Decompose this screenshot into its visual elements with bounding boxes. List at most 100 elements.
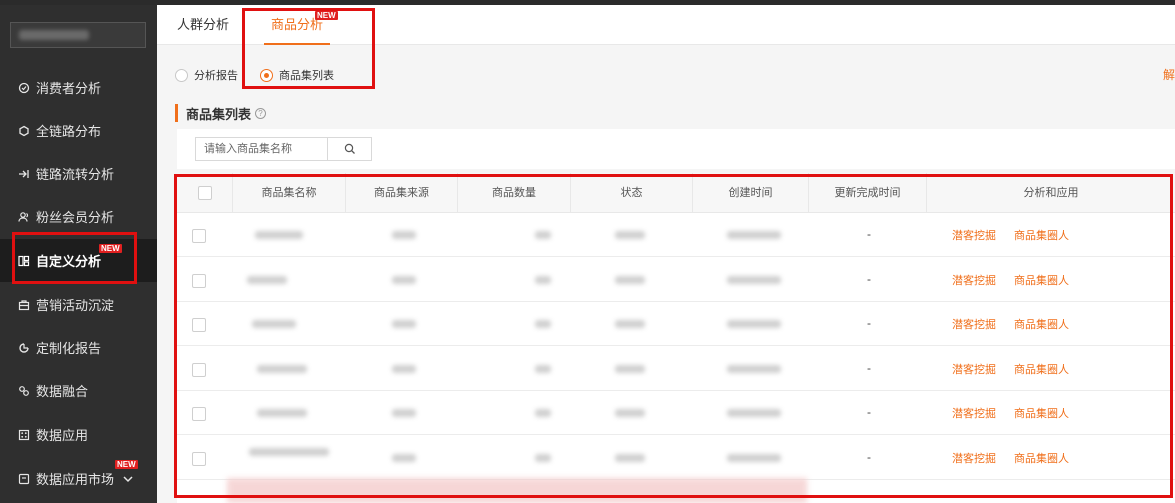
logo-box[interactable] — [10, 22, 146, 48]
sidebar-item-fans[interactable]: 粉丝会员分析 — [0, 195, 157, 238]
table-row: - 潜客挖掘 商品集圈人 — [177, 258, 1175, 302]
action-product-set-targeting[interactable]: 商品集圈人 — [1014, 272, 1069, 288]
tab-bar: 人群分析 商品分析 NEW — [157, 5, 1175, 45]
action-product-set-targeting[interactable]: 商品集圈人 — [1014, 227, 1069, 243]
updated-time: - — [867, 272, 871, 286]
sidebar-item-custom-report[interactable]: 定制化报告 — [0, 326, 157, 369]
radio-label: 商品集列表 — [279, 70, 334, 82]
table-row: - 潜客挖掘 商品集圈人 — [177, 391, 1175, 435]
users-icon — [18, 211, 30, 223]
updated-time: - — [867, 450, 871, 464]
action-product-set-targeting[interactable]: 商品集圈人 — [1014, 450, 1069, 466]
header-checkbox-cell — [177, 173, 233, 213]
action-prospect-mining[interactable]: 潜客挖掘 — [952, 405, 996, 421]
updated-time: - — [867, 405, 871, 419]
header-actions: 分析和应用 — [1023, 187, 1079, 199]
blurred-source — [392, 276, 416, 284]
dice-icon — [18, 429, 30, 441]
blurred-status — [615, 409, 645, 417]
blurred-source — [392, 320, 416, 328]
sidebar-item-full-link[interactable]: 全链路分布 — [0, 109, 157, 152]
header-name[interactable]: 商品集名称 — [233, 173, 346, 213]
header-updated[interactable]: 更新完成时间 — [809, 173, 927, 213]
search-input[interactable]: 请输入商品集名称 — [195, 137, 328, 161]
action-prospect-mining[interactable]: 潜客挖掘 — [952, 450, 996, 466]
action-prospect-mining[interactable]: 潜客挖掘 — [952, 272, 996, 288]
blurred-source — [392, 231, 416, 239]
row-checkbox[interactable] — [192, 452, 206, 466]
blurred-source — [392, 365, 416, 373]
row-checkbox[interactable] — [192, 229, 206, 243]
sidebar-item-label: 自定义分析 — [36, 254, 102, 269]
blurred-name — [257, 365, 307, 373]
blurred-source — [392, 454, 416, 462]
section-title-text: 商品集列表 — [186, 106, 252, 122]
product-set-table: 商品集名称 商品集来源 商品数量 状态 创建时间 更新完成时间 分析和应用 - … — [177, 173, 1175, 503]
radio-analysis-report[interactable]: 分析报告 — [175, 67, 238, 83]
main-content: 人群分析 商品分析 NEW 分析报告 商品集列表 解 商品集列表 ? 请输入商品… — [157, 5, 1175, 503]
blurred-name — [255, 231, 303, 239]
merge-icon — [18, 385, 30, 397]
action-product-set-targeting[interactable]: 商品集圈人 — [1014, 405, 1069, 421]
view-radio-group: 分析报告 商品集列表 — [175, 65, 356, 85]
action-prospect-mining[interactable]: 潜客挖掘 — [952, 361, 996, 377]
briefcase-icon — [18, 299, 30, 311]
radio-circle-icon — [175, 68, 188, 82]
blurred-count — [535, 320, 551, 328]
table-header: 商品集名称 商品集来源 商品数量 状态 创建时间 更新完成时间 分析和应用 — [177, 173, 1175, 213]
tab-crowd-analysis[interactable]: 人群分析 — [177, 5, 229, 45]
right-link[interactable]: 解 — [1163, 66, 1175, 83]
sidebar-item-marketing[interactable]: 营销活动沉淀 — [0, 283, 157, 326]
blurred-count — [535, 365, 551, 373]
row-checkbox[interactable] — [192, 363, 206, 377]
action-prospect-mining[interactable]: 潜客挖掘 — [952, 227, 996, 243]
sidebar-item-custom-analysis[interactable]: 自定义分析 NEW — [0, 239, 157, 282]
blurred-created — [727, 409, 781, 417]
header-created[interactable]: 创建时间 — [693, 173, 809, 213]
row-checkbox[interactable] — [192, 274, 206, 288]
updated-time: - — [867, 361, 871, 375]
search-icon — [344, 143, 355, 154]
select-all-checkbox[interactable] — [198, 186, 212, 200]
sidebar-item-data-fusion[interactable]: 数据融合 — [0, 369, 157, 412]
updated-time: - — [867, 227, 871, 241]
blurred-count — [535, 409, 551, 417]
header-status[interactable]: 状态 — [571, 173, 693, 213]
table-row: - 潜客挖掘 商品集圈人 — [177, 347, 1175, 391]
sidebar-item-consumer-analysis[interactable]: 消费者分析 — [0, 66, 157, 109]
row-checkbox[interactable] — [192, 407, 206, 421]
chevron-down-icon[interactable] — [122, 473, 134, 485]
sidebar-item-data-market[interactable]: 数据应用市场 NEW — [0, 457, 157, 500]
sidebar-item-label: 数据融合 — [36, 384, 89, 399]
table-row: - 潜客挖掘 商品集圈人 — [177, 302, 1175, 346]
logo — [19, 30, 89, 40]
sidebar-item-label: 营销活动沉淀 — [36, 298, 115, 313]
action-product-set-targeting[interactable]: 商品集圈人 — [1014, 316, 1069, 332]
sidebar-item-label: 定制化报告 — [36, 341, 102, 356]
search-button[interactable] — [327, 137, 372, 161]
updated-time: - — [867, 316, 871, 330]
sidebar: 消费者分析 全链路分布 链路流转分析 粉丝会员分析 自定义分析 NEW 营销活动… — [0, 5, 157, 503]
sidebar-item-label: 消费者分析 — [36, 81, 102, 96]
report-icon — [18, 342, 30, 354]
sidebar-item-label: 全链路分布 — [36, 124, 102, 139]
blurred-status — [615, 454, 645, 462]
table-row: - 潜客挖掘 商品集圈人 — [177, 213, 1175, 257]
help-icon[interactable]: ? — [255, 107, 267, 119]
header-source[interactable]: 商品集来源 — [346, 173, 458, 213]
blurred-count — [535, 454, 551, 462]
header-count[interactable]: 商品数量 — [458, 173, 571, 213]
blurred-created — [727, 276, 781, 284]
sidebar-item-link-flow[interactable]: 链路流转分析 — [0, 152, 157, 195]
radio-product-set-list[interactable]: 商品集列表 — [260, 67, 334, 83]
section-title: 商品集列表 ? — [175, 104, 267, 122]
new-badge: NEW — [115, 460, 138, 469]
sidebar-item-data-app[interactable]: 数据应用 — [0, 413, 157, 456]
blurred-source — [392, 409, 416, 417]
new-badge: NEW — [99, 244, 122, 253]
action-product-set-targeting[interactable]: 商品集圈人 — [1014, 361, 1069, 377]
row-checkbox[interactable] — [192, 318, 206, 332]
sidebar-item-label: 数据应用 — [36, 428, 89, 443]
radio-label: 分析报告 — [194, 70, 238, 82]
action-prospect-mining[interactable]: 潜客挖掘 — [952, 316, 996, 332]
